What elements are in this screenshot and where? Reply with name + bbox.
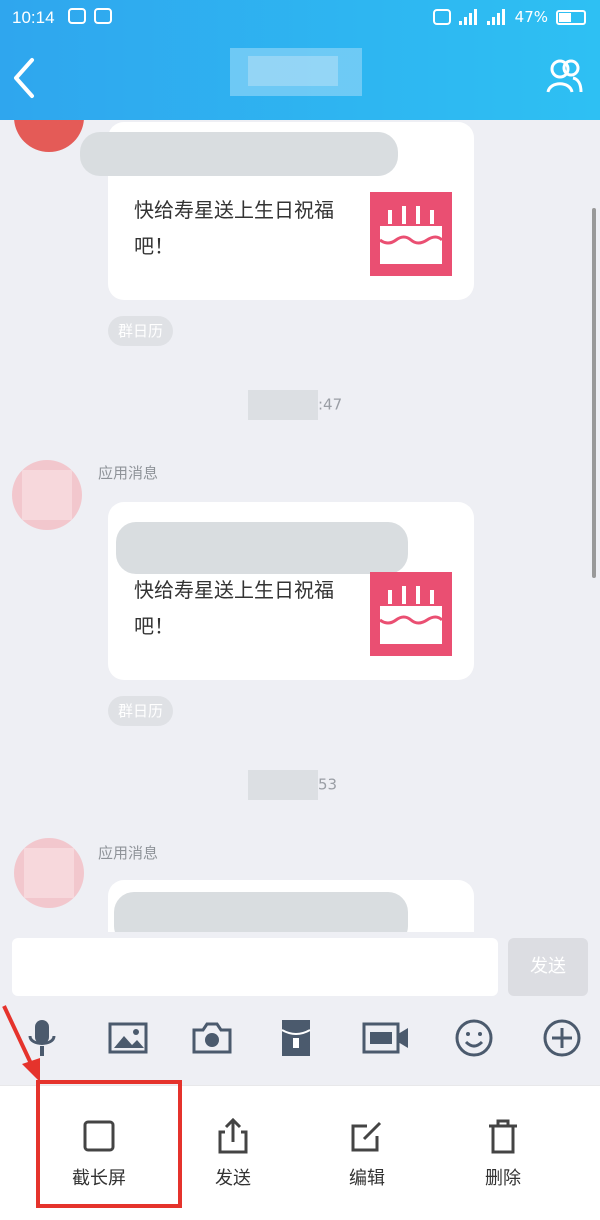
red-packet-icon [281, 1020, 311, 1056]
edit-icon [351, 1121, 382, 1152]
tag-label[interactable]: 群日历 [108, 316, 174, 346]
status-bar: 10:14 47% [0, 0, 600, 36]
message-card[interactable]: 快给寿星送上生日祝福吧！ [80, 122, 474, 300]
message-text: 快给寿星送上生日祝福吧！ [134, 198, 334, 258]
chat-area[interactable]: 快给寿星送上生日祝福吧！ 群日历 :47 应用消息 快给寿星送上生日祝福吧！ 群… [0, 120, 600, 932]
cake-icon [370, 572, 452, 656]
signal-icon [458, 9, 479, 25]
trash-icon [489, 1119, 517, 1154]
contact-icon [546, 59, 583, 93]
sender-name: 应用消息 [98, 844, 159, 862]
alarm-icon [432, 9, 451, 25]
highlight-box [36, 1080, 182, 1208]
red-packet-button[interactable] [274, 1016, 318, 1060]
camera-icon [192, 1022, 232, 1054]
time-label: 53 [248, 770, 337, 800]
edit-button[interactable]: 编辑 [322, 1116, 412, 1190]
share-button[interactable]: 发送 [188, 1116, 278, 1190]
signal-icon [486, 9, 507, 25]
contact-button[interactable] [544, 56, 584, 96]
emoji-button[interactable] [452, 1016, 496, 1060]
message-card[interactable]: 快给寿星送上生日祝福吧！ [108, 502, 474, 680]
back-button[interactable] [8, 56, 44, 100]
battery-text: 47% [514, 8, 548, 26]
message-text: 快给寿星送上生日祝福吧！ [134, 578, 334, 638]
gif-button[interactable] [362, 1016, 410, 1060]
delete-button[interactable]: 删除 [458, 1116, 548, 1190]
alarm-icon [68, 8, 86, 24]
sender-name: 应用消息 [98, 464, 159, 482]
image-icon [108, 1022, 148, 1054]
status-left-icons [68, 8, 112, 24]
cake-icon [370, 192, 452, 276]
avatar[interactable] [14, 120, 84, 152]
send-button[interactable]: 发送 [508, 938, 588, 996]
action-label: 发送 [215, 1168, 251, 1189]
chevron-left-icon [14, 58, 34, 98]
action-label: 编辑 [349, 1168, 385, 1189]
emoji-icon [455, 1019, 493, 1057]
toolbar [0, 1002, 600, 1072]
message-icon [94, 8, 112, 24]
image-button[interactable] [106, 1016, 150, 1060]
battery-icon [556, 9, 586, 25]
status-time: 10:14 [12, 8, 55, 27]
gif-icon [362, 1022, 408, 1054]
plus-icon [543, 1019, 581, 1057]
avatar[interactable] [12, 460, 82, 530]
header: 10:14 47% [0, 0, 600, 120]
status-right-icons: 47% [432, 8, 586, 26]
camera-button[interactable] [190, 1016, 234, 1060]
action-label: 删除 [485, 1168, 521, 1189]
share-icon [218, 1117, 248, 1154]
time-label: :47 [248, 390, 342, 420]
message-input[interactable] [12, 938, 498, 996]
red-arrow-annotation [2, 1005, 40, 1082]
message-card[interactable] [108, 880, 474, 932]
avatar[interactable] [14, 838, 84, 908]
scrollbar[interactable] [592, 208, 596, 578]
plus-button[interactable] [540, 1016, 584, 1060]
tag-label[interactable]: 群日历 [108, 696, 174, 726]
input-row: 发送 [0, 932, 600, 1002]
chat-title [230, 48, 362, 96]
